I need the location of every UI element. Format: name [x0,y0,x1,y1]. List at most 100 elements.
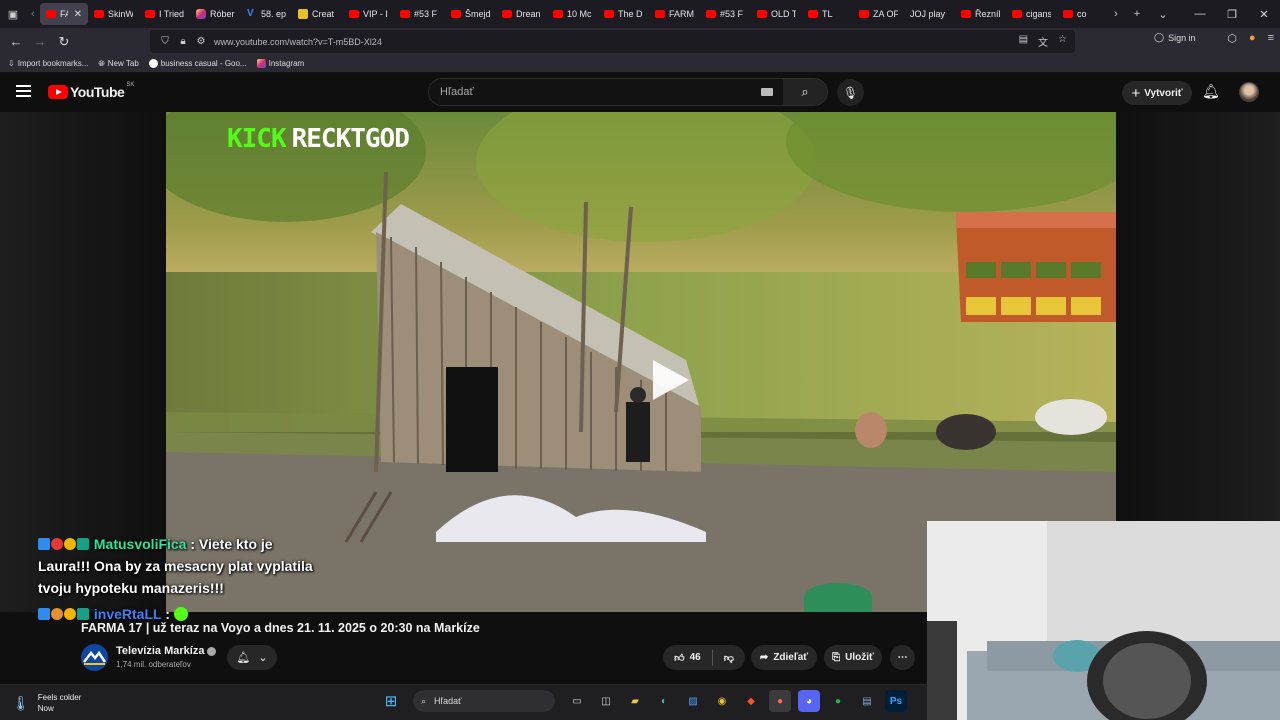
browser-tab[interactable]: Řezníl [955,3,1006,25]
youtube-logo[interactable]: YouTube SK [48,82,135,100]
chrome-icon[interactable]: ◉ [711,690,733,712]
browser-tab[interactable]: I Tried [139,3,190,25]
sign-in-button[interactable]: ◯ Sign in [1154,32,1196,43]
scroll-tabs-left-icon[interactable]: ‹ [26,0,40,28]
search-icon: ⌕ [801,84,809,99]
browser-tab[interactable]: co [1057,3,1108,25]
chat-username: inveRtaLL [93,606,162,622]
browser-tab[interactable]: Creat [292,3,343,25]
avatar[interactable] [1239,82,1259,102]
reader-view-icon[interactable]: ▤ [1019,34,1028,49]
bookmark-star-icon[interactable]: ☆ [1058,34,1067,49]
address-bar[interactable]: ⛉ 🔒︎ ⚙︎ www.youtube.com/watch?v=T-m5BD-X… [150,30,1075,53]
channel-avatar[interactable] [81,644,108,671]
browser-tab[interactable]: TL [802,3,853,25]
search-input[interactable]: Hľadať [429,79,783,105]
lock-icon[interactable]: 🔒︎ [174,36,192,47]
browser-tab[interactable]: 10 Mc [547,3,598,25]
firefox-icon[interactable]: ● [769,690,791,712]
microsoft-store-icon[interactable]: ◫ [595,690,617,712]
weather-title: Feels colder [37,693,82,702]
tab-label: ZA OF [873,9,898,19]
browser-tab[interactable]: #53 F [394,3,445,25]
color-extension-icon[interactable]: ● [1249,32,1256,45]
forward-icon[interactable]: → [28,30,52,54]
streamer-overlay-tag: KICK RECKTGOD [227,124,410,154]
spotify-icon[interactable]: ● [827,690,849,712]
browser-tab[interactable]: VIP - I [343,3,394,25]
bookmark-label: New Tab [107,59,139,68]
bookmark-business-casual[interactable]: business casual - Goo... [148,59,247,68]
browser-tab[interactable]: Róber [190,3,241,25]
scroll-tabs-right-icon[interactable]: › [1108,0,1124,28]
instagram-icon [196,9,206,19]
browser-tab[interactable]: ZA OF [853,3,904,25]
extensions-icon[interactable]: ⬡ [1227,32,1237,45]
like-button[interactable]: 👍︎ 46 [674,652,701,664]
google-icon [148,59,158,68]
dislike-button[interactable]: 👎︎ [724,652,734,664]
hamburger-menu-icon[interactable] [16,85,31,97]
photoshop-icon[interactable]: Ps [885,690,907,712]
channel-name[interactable]: Televízia Markíza [116,645,217,657]
subscribed-bell-button[interactable]: 🔔︎ ⌄ [227,645,277,670]
create-label: Vytvoriť [1144,87,1183,99]
markiza-logo-icon [83,650,107,665]
youtube-icon [655,10,665,18]
bookmark-instagram[interactable]: Instagram [256,59,304,68]
tab-label: SkinW [108,9,133,19]
create-button[interactable]: + Vytvoriť [1122,81,1192,105]
share-label: Zdieľať [773,652,809,663]
like-dislike-group: 👍︎ 46 👎︎ [663,645,745,670]
play-icon[interactable] [649,356,693,404]
notifications-bell-icon[interactable]: 🔔︎ [1202,83,1220,100]
browser-tab[interactable]: Drean [496,3,547,25]
tab-label: Róber [210,9,235,19]
more-actions-button[interactable]: ⋯ [890,645,915,670]
weather-widget[interactable]: 🌡︎ Feels colder Now [12,692,81,714]
browser-tab[interactable]: FARM [649,3,700,25]
close-window-icon[interactable]: ✕ [1248,0,1280,28]
shield-icon[interactable]: ⛉ [156,36,174,47]
file-explorer-icon[interactable]: ▰ [624,690,646,712]
notepad-icon[interactable]: ▤ [856,690,878,712]
browser-tab[interactable]: FAR ✕ [40,3,88,25]
taskbar-search[interactable]: ⌕ Hľadať [413,690,555,712]
back-icon[interactable]: ← [4,30,28,54]
tab-overflow-chevron-icon[interactable]: ⌄ [1150,0,1176,28]
restore-icon[interactable]: ❐ [1216,0,1248,28]
task-view-icon[interactable]: ▭ [566,690,588,712]
browser-tab[interactable]: #53 F [700,3,751,25]
permissions-icon[interactable]: ⚙︎ [192,36,210,47]
tab-label: Creat [312,9,335,19]
tab-list-icon[interactable]: ▣ [0,0,26,28]
url-text[interactable]: www.youtube.com/watch?v=T-m5BD-Xl24 [214,37,382,47]
share-button[interactable]: ➦ Zdieľať [751,645,817,670]
green-face-emote-icon [173,607,188,621]
keyboard-icon[interactable] [761,88,773,96]
bookmark-new-tab[interactable]: 🌐︎ New Tab [98,59,138,69]
browser-tab[interactable]: Šmejd [445,3,496,25]
menu-icon[interactable]: ≡ [1268,32,1274,45]
new-tab-icon[interactable]: + [1124,0,1150,28]
browser-tab[interactable]: SkinW [88,3,139,25]
edge-icon[interactable]: ◐ [653,690,675,712]
browser-tab[interactable]: cigans [1006,3,1057,25]
reload-icon[interactable]: ↻ [52,30,76,54]
browser-tab[interactable]: The D [598,3,649,25]
browser-tab[interactable]: JOJ play [904,3,955,25]
voice-search-button[interactable]: 🎙︎ [837,79,864,106]
browser-tab[interactable]: OLD T [751,3,802,25]
country-code: SK [126,82,135,88]
minimize-icon[interactable]: — [1184,0,1216,28]
save-button[interactable]: ⎘ Uložiť [824,645,882,670]
discord-icon[interactable]: ◕ [798,690,820,712]
windows-start-icon[interactable]: ⊞ [380,690,402,712]
brave-icon[interactable]: ◆ [740,690,762,712]
browser-tab[interactable]: V 58. ep [241,3,292,25]
close-tab-icon[interactable]: ✕ [74,9,82,20]
search-button[interactable]: ⌕ [783,79,827,105]
photos-icon[interactable]: ▨ [682,690,704,712]
bookmark-import[interactable]: ⇩ Import bookmarks... [8,59,88,68]
translate-icon[interactable]: 文 [1038,34,1048,49]
